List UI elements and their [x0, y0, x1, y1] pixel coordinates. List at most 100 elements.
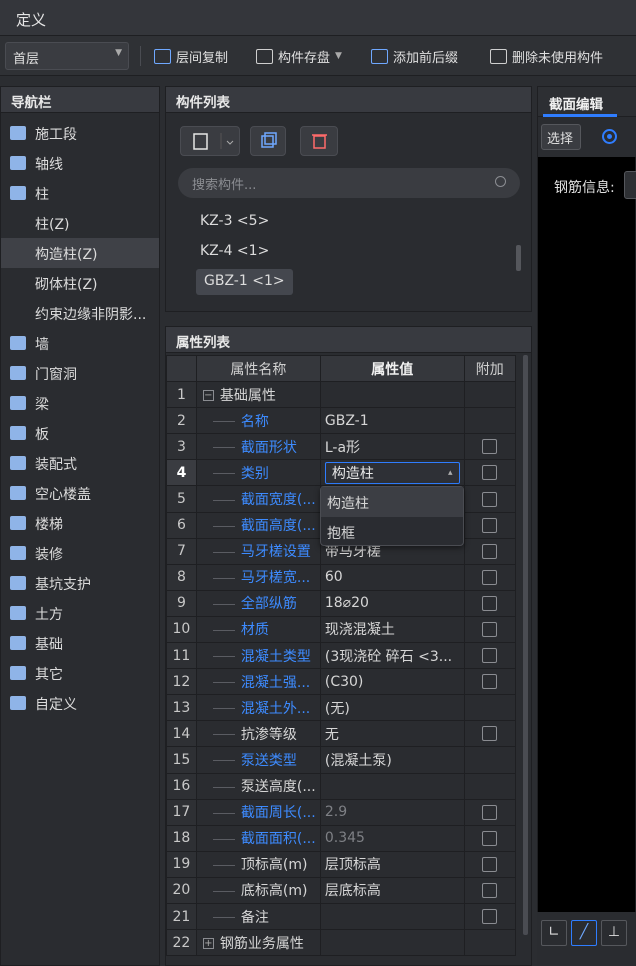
component-scrollbar[interactable]	[516, 245, 521, 271]
nav-item[interactable]: 楼梯	[1, 508, 159, 538]
nav-item[interactable]: 柱	[1, 178, 159, 208]
checkbox[interactable]	[482, 569, 498, 585]
checkbox[interactable]	[482, 491, 498, 507]
component-item[interactable]: KZ-4 <1>	[194, 239, 275, 265]
radio-button[interactable]	[602, 129, 617, 144]
property-value-cell[interactable]	[319, 381, 465, 409]
checkbox[interactable]	[482, 517, 498, 533]
checkbox[interactable]	[482, 804, 498, 820]
property-row[interactable]: 15 泵送类型 (混凝土泵)	[166, 746, 517, 774]
property-value-cell[interactable]	[319, 902, 465, 931]
dropdown-option[interactable]: 抱框	[321, 517, 463, 547]
property-value-cell[interactable]: 0.345	[319, 824, 465, 852]
property-value-cell[interactable]: (混凝土泵)	[319, 746, 465, 774]
collapse-icon[interactable]: −	[202, 390, 214, 402]
checkbox[interactable]	[482, 439, 498, 455]
checkbox[interactable]	[482, 465, 498, 481]
nav-item[interactable]: 墙	[1, 328, 159, 358]
checkbox[interactable]	[482, 648, 498, 664]
category-select[interactable]: 构造柱 ▴	[324, 461, 460, 484]
property-value-cell[interactable]	[319, 772, 465, 800]
checkbox[interactable]	[482, 674, 498, 690]
checkbox[interactable]	[482, 830, 498, 846]
property-value-cell[interactable]	[319, 929, 465, 957]
property-value-cell[interactable]: 无	[319, 720, 465, 748]
add-prefix-suffix-button[interactable]: 添加前后缀	[371, 44, 458, 68]
nav-item[interactable]: 基坑支护	[1, 568, 159, 598]
nav-item[interactable]: 施工段	[1, 118, 159, 148]
nav-item[interactable]: 土方	[1, 598, 159, 628]
floor-select[interactable]: 首层 ▼	[5, 42, 129, 70]
nav-item[interactable]: 柱(Z)	[1, 208, 159, 238]
checkbox[interactable]	[482, 882, 498, 898]
perpendicular-tool-icon[interactable]: ⊥	[601, 920, 627, 946]
expand-icon[interactable]: +	[202, 938, 214, 950]
checkbox[interactable]	[482, 543, 498, 559]
property-row[interactable]: 20 底标高(m) 层底标高	[166, 876, 517, 904]
rebar-info-input[interactable]	[624, 171, 636, 199]
property-value-cell[interactable]: (无)	[319, 694, 465, 722]
nav-item[interactable]: 装配式	[1, 448, 159, 478]
checkbox[interactable]	[482, 621, 498, 637]
copy-between-floors-button[interactable]: 层间复制	[154, 44, 228, 68]
nav-item[interactable]: 基础	[1, 628, 159, 658]
property-row[interactable]: 3 截面形状 L-a形	[166, 433, 517, 461]
nav-item[interactable]: 装修	[1, 538, 159, 568]
section-editor-tab[interactable]: 截面编辑	[538, 87, 636, 117]
property-row[interactable]: 17 截面周长(... 2.9	[166, 798, 517, 826]
checkbox[interactable]	[482, 856, 498, 872]
property-value-cell[interactable]: GBZ-1	[319, 407, 465, 435]
property-scrollbar[interactable]	[523, 355, 528, 935]
property-value-cell[interactable]: (C30)	[319, 668, 465, 696]
property-row[interactable]: 16 泵送高度(...	[166, 772, 517, 800]
nav-item[interactable]: 板	[1, 418, 159, 448]
property-value-cell[interactable]: 18⌀20	[319, 589, 465, 617]
new-component-button[interactable]	[180, 126, 240, 156]
property-value-cell[interactable]: 60	[319, 563, 465, 591]
property-row[interactable]: 2 名称 GBZ-1	[166, 407, 517, 435]
delete-unused-button[interactable]: 删除未使用构件	[490, 44, 603, 68]
nav-item[interactable]: 梁	[1, 388, 159, 418]
save-component-button[interactable]: 构件存盘 ▼	[256, 44, 342, 68]
nav-item[interactable]: 门窗洞	[1, 358, 159, 388]
nav-item[interactable]: 空心楼盖	[1, 478, 159, 508]
property-row[interactable]: 19 顶标高(m) 层顶标高	[166, 850, 517, 878]
property-value-cell[interactable]: 层顶标高	[319, 850, 465, 878]
checkbox[interactable]	[482, 726, 498, 742]
nav-item[interactable]: 约束边缘非阴影...	[1, 298, 159, 328]
component-item[interactable]: KZ-3 <5>	[194, 209, 275, 235]
checkbox[interactable]	[482, 595, 498, 611]
property-value-cell[interactable]: 构造柱 ▴	[319, 459, 465, 487]
corner-tool-icon[interactable]: ∟	[541, 920, 567, 946]
property-row[interactable]: 18 截面面积(... 0.345	[166, 824, 517, 852]
property-row[interactable]: 12 混凝土强... (C30)	[166, 668, 517, 696]
delete-component-button[interactable]	[300, 126, 338, 156]
property-row[interactable]: 14 抗渗等级 无	[166, 720, 517, 748]
property-row[interactable]: 11 混凝土类型 (3现浇砼 碎石 <3...	[166, 642, 517, 670]
nav-item[interactable]: 其它	[1, 658, 159, 688]
property-row[interactable]: 13 混凝土外... (无)	[166, 694, 517, 722]
checkbox[interactable]	[482, 909, 498, 925]
property-value-cell[interactable]: (3现浇砼 碎石 <3...	[319, 642, 465, 670]
property-row[interactable]: 22 + 钢筋业务属性	[166, 929, 517, 957]
property-row[interactable]: 8 马牙槎宽... 60	[166, 563, 517, 591]
component-item[interactable]: GBZ-1 <1>	[196, 269, 293, 295]
dropdown-option[interactable]: 构造柱	[321, 487, 463, 517]
copy-component-button[interactable]	[250, 126, 286, 156]
nav-item[interactable]: 砌体柱(Z)	[1, 268, 159, 298]
property-row[interactable]: 1− 基础属性	[166, 381, 517, 409]
property-row[interactable]: 21 备注	[166, 902, 517, 931]
property-value-cell[interactable]: L-a形	[319, 433, 465, 461]
property-value-cell[interactable]: 层底标高	[319, 876, 465, 904]
diagonal-tool-icon[interactable]: ╱	[571, 920, 597, 946]
nav-item[interactable]: 构造柱(Z)	[1, 238, 159, 268]
property-row[interactable]: 10 材质 现浇混凝土	[166, 615, 517, 644]
nav-item[interactable]: 轴线	[1, 148, 159, 178]
component-search[interactable]: 搜索构件...	[178, 168, 520, 198]
property-row[interactable]: 4 类别 构造柱 ▴	[166, 459, 517, 487]
property-value-cell[interactable]: 2.9	[319, 798, 465, 826]
nav-item[interactable]: 自定义	[1, 688, 159, 718]
property-row[interactable]: 9 全部纵筋 18⌀20	[166, 589, 517, 617]
select-button[interactable]: 选择	[541, 124, 581, 150]
property-value-cell[interactable]: 现浇混凝土	[319, 615, 465, 644]
